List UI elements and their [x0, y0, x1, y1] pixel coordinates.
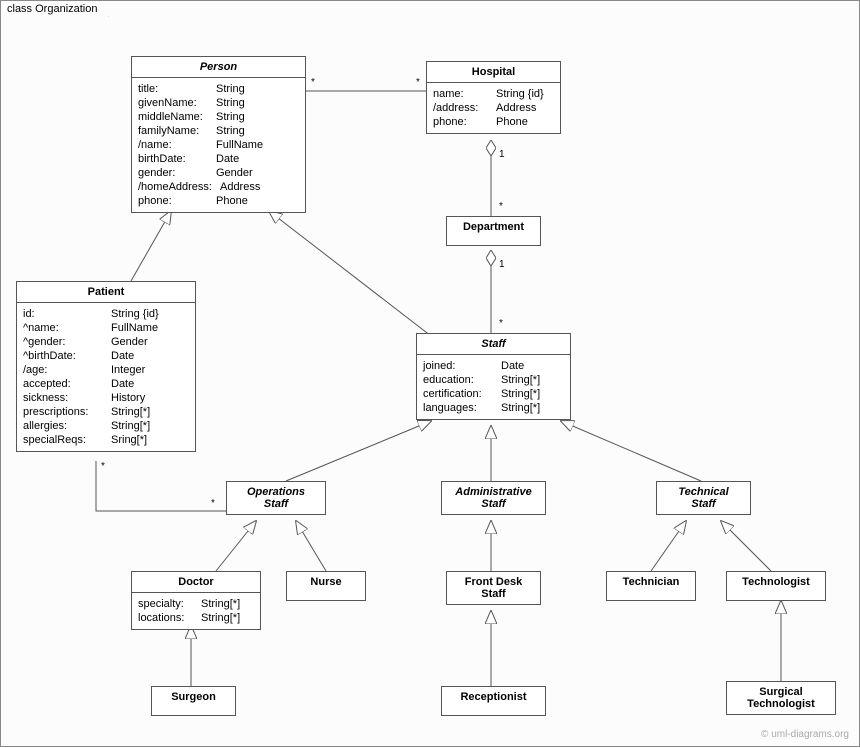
mult-label: * [499, 201, 503, 212]
class-body: title:String givenName:String middleName… [132, 78, 305, 212]
class-body: specialty:String[*] locations:String[*] [132, 593, 260, 629]
class-operations-staff: Operations Staff [226, 481, 326, 515]
class-person: Person title:String givenName:String mid… [131, 56, 306, 213]
frame-label-text: class Organization [7, 3, 98, 15]
class-technologist: Technologist [726, 571, 826, 601]
class-title: Person [132, 57, 305, 78]
mult-label: * [101, 461, 105, 472]
class-hospital: Hospital name:String {id} /address:Addre… [426, 61, 561, 134]
class-title: Receptionist [442, 687, 545, 707]
class-title: Patient [17, 282, 195, 303]
class-front-desk-staff: Front Desk Staff [446, 571, 541, 605]
watermark: © uml-diagrams.org [761, 729, 849, 740]
mult-label: * [499, 318, 503, 329]
class-technical-staff: Technical Staff [656, 481, 751, 515]
mult-label: * [211, 498, 215, 509]
frame-label: class Organization [0, 0, 109, 17]
class-title: Department [447, 217, 540, 237]
class-body: name:String {id} /address:Address phone:… [427, 83, 560, 133]
class-title: Technologist [727, 572, 825, 592]
class-title: Technician [607, 572, 695, 592]
class-patient: Patient id:String {id} ^name:FullName ^g… [16, 281, 196, 452]
class-title: Hospital [427, 62, 560, 83]
mult-label: * [311, 77, 315, 88]
class-title: Surgeon [152, 687, 235, 707]
mult-label: 1 [499, 259, 505, 270]
diagram-frame: class Organization [0, 0, 860, 747]
class-title: Operations Staff [227, 482, 325, 514]
class-nurse: Nurse [286, 571, 366, 601]
class-title: Surgical Technologist [727, 682, 835, 714]
class-staff: Staff joined:Date education:String[*] ce… [416, 333, 571, 420]
mult-label: * [416, 77, 420, 88]
class-body: joined:Date education:String[*] certific… [417, 355, 570, 419]
mult-label: 1 [499, 149, 505, 160]
class-doctor: Doctor specialty:String[*] locations:Str… [131, 571, 261, 630]
class-surgical-technologist: Surgical Technologist [726, 681, 836, 715]
class-department: Department [446, 216, 541, 246]
class-title: Doctor [132, 572, 260, 593]
class-title: Staff [417, 334, 570, 355]
class-receptionist: Receptionist [441, 686, 546, 716]
class-title: Front Desk Staff [447, 572, 540, 604]
class-technician: Technician [606, 571, 696, 601]
class-administrative-staff: Administrative Staff [441, 481, 546, 515]
class-title: Technical Staff [657, 482, 750, 514]
class-title: Administrative Staff [442, 482, 545, 514]
class-title: Nurse [287, 572, 365, 592]
class-body: id:String {id} ^name:FullName ^gender:Ge… [17, 303, 195, 451]
class-surgeon: Surgeon [151, 686, 236, 716]
